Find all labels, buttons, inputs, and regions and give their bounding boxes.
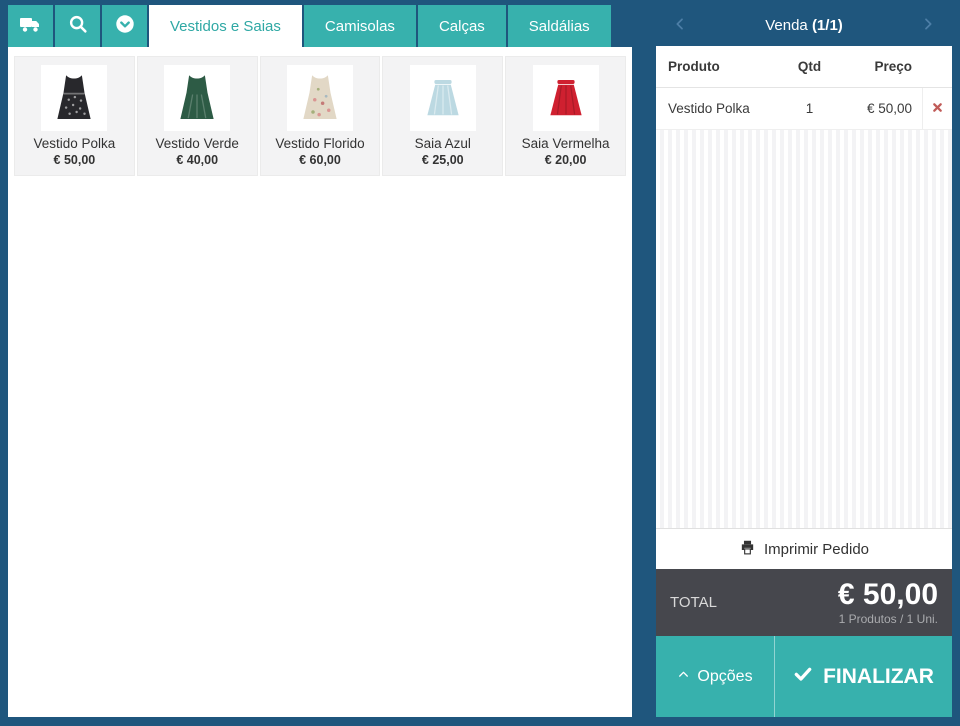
product-name: Vestido Verde [156,136,239,151]
product-image [164,65,230,131]
line-item-quantity: 1 [782,101,837,116]
sale-table-header: Produto Qtd Preço [656,46,952,88]
total-amount: € 50,00 [838,579,938,611]
sale-line-item: Vestido Polka 1 € 50,00 [656,88,952,130]
chevron-up-icon [677,668,690,686]
tab-label: Vestidos e Saias [170,18,281,35]
column-header-preco: Preço [837,59,922,74]
sale-panel: Venda (1/1) Produto Qtd Preço Vestido Po… [656,5,952,717]
search-icon [67,13,89,40]
column-header-actions [922,46,952,87]
line-item-product: Vestido Polka [656,101,782,116]
product-price: € 40,00 [176,153,218,167]
skirt-icon [418,73,468,123]
total-values: € 50,00 1 Produtos / 1 Uni. [838,579,938,626]
delete-icon [932,101,943,116]
tab-label: Calças [439,18,485,35]
product-price: € 25,00 [422,153,464,167]
catalog-section: Vestidos e Saias Camisolas Calças Saldál… [8,5,632,717]
tab-label: Saldálias [529,18,590,35]
product-name: Vestido Polka [33,136,115,151]
dress-icon [169,70,225,126]
total-label: TOTAL [670,594,717,611]
sale-page-indicator: (1/1) [812,17,843,34]
check-icon [793,664,813,690]
product-name: Saia Azul [415,136,471,151]
previous-sale-button[interactable] [669,15,691,37]
options-button[interactable]: Opções [656,636,775,717]
tab-calcas[interactable]: Calças [418,5,506,47]
finalize-label: FINALIZAR [823,665,934,689]
app-frame: Vestidos e Saias Camisolas Calças Saldál… [0,0,960,726]
product-price: € 60,00 [299,153,341,167]
product-price: € 50,00 [54,153,96,167]
dress-icon [292,70,348,126]
product-card-vestido-florido[interactable]: Vestido Florido € 60,00 [260,56,381,176]
tab-saldalias[interactable]: Saldálias [508,5,611,47]
remove-line-item-button[interactable] [922,88,952,129]
sale-title: Venda (1/1) [765,17,843,34]
sale-title-text: Venda [765,17,808,34]
product-image [533,65,599,131]
options-label: Opções [697,668,752,686]
total-bar: TOTAL € 50,00 1 Produtos / 1 Uni. [656,569,952,636]
products-row: Vestido Polka € 50,00 Vestido Verde € 40… [14,56,626,176]
product-name: Vestido Florido [275,136,364,151]
chevron-down-circle-icon [114,13,136,40]
search-button[interactable] [55,5,100,47]
printer-icon [739,539,756,560]
product-card-vestido-verde[interactable]: Vestido Verde € 40,00 [137,56,258,176]
print-order-button[interactable]: Imprimir Pedido [656,528,952,569]
product-card-saia-azul[interactable]: Saia Azul € 25,00 [382,56,503,176]
categories-dropdown-button[interactable] [102,5,147,47]
column-header-produto: Produto [656,59,782,74]
next-sale-button[interactable] [917,15,939,37]
tab-label: Camisolas [325,18,395,35]
delivery-button[interactable] [8,5,53,47]
product-card-saia-vermelha[interactable]: Saia Vermelha € 20,00 [505,56,626,176]
skirt-icon [541,73,591,123]
tab-camisolas[interactable]: Camisolas [304,5,416,47]
finalize-button[interactable]: FINALIZAR [775,636,952,717]
product-image [410,65,476,131]
column-header-qtd: Qtd [782,59,837,74]
dress-icon [46,70,102,126]
truck-icon [19,12,43,41]
product-grid: Vestido Polka € 50,00 Vestido Verde € 40… [8,47,632,717]
chevron-left-icon [672,16,688,36]
product-card-vestido-polka[interactable]: Vestido Polka € 50,00 [14,56,135,176]
product-image [287,65,353,131]
product-name: Saia Vermelha [522,136,610,151]
sale-panel-header: Venda (1/1) [656,5,952,46]
sale-footer: Opções FINALIZAR [656,636,952,717]
tab-bar: Vestidos e Saias Camisolas Calças Saldál… [8,5,632,47]
print-order-label: Imprimir Pedido [764,541,869,558]
product-image [41,65,107,131]
product-price: € 20,00 [545,153,587,167]
sale-list-empty-area [656,130,952,528]
tab-vestidos-e-saias[interactable]: Vestidos e Saias [149,5,302,47]
chevron-right-icon [920,16,936,36]
total-summary: 1 Produtos / 1 Uni. [839,612,938,626]
line-item-price: € 50,00 [837,101,922,116]
